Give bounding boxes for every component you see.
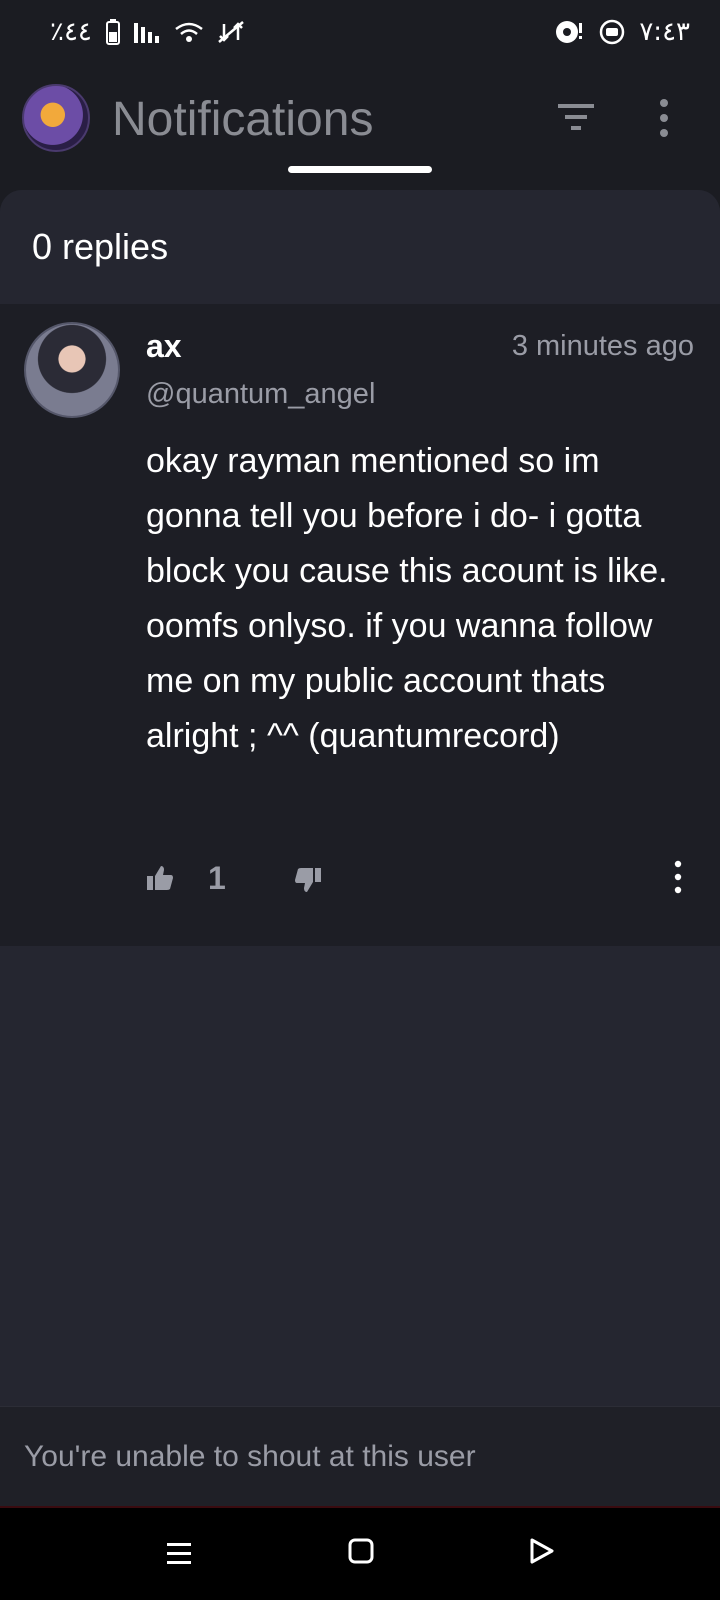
battery-icon bbox=[105, 19, 120, 45]
profile-avatar[interactable] bbox=[22, 84, 90, 152]
thumbs-up-icon[interactable] bbox=[146, 864, 174, 892]
comment-body: okay rayman mentioned so im gonna tell y… bbox=[146, 442, 668, 755]
page-title: Notifications bbox=[112, 93, 374, 146]
home-icon[interactable] bbox=[346, 1536, 376, 1566]
wifi-icon bbox=[174, 21, 204, 43]
recents-icon[interactable] bbox=[164, 1538, 194, 1568]
record-icon bbox=[599, 19, 625, 45]
shout-disabled-notice: You're unable to shout at this user bbox=[24, 1439, 476, 1473]
back-icon[interactable] bbox=[526, 1536, 556, 1566]
status-right: ٧:٤٣ bbox=[555, 17, 690, 47]
user-handle[interactable]: @quantum_angel bbox=[146, 378, 375, 411]
thumbs-down-icon[interactable] bbox=[294, 866, 322, 894]
comment-card: ax 3 minutes ago @quantum_angel okay ray… bbox=[0, 304, 720, 946]
tab-indicator bbox=[288, 166, 432, 173]
cast-icon bbox=[555, 19, 585, 45]
app-bar: Notifications bbox=[0, 64, 720, 190]
battery-percent: ٪٤٤ bbox=[50, 17, 92, 47]
replies-header: 0 replies bbox=[0, 190, 720, 304]
comment-more-icon[interactable] bbox=[672, 860, 684, 894]
data-off-icon bbox=[218, 20, 244, 44]
thread-panel: 0 replies ax 3 minutes ago @quantum_ange… bbox=[0, 190, 720, 1406]
signal-icon bbox=[133, 21, 160, 43]
user-display-name[interactable]: ax bbox=[146, 328, 182, 365]
comment-timestamp: 3 minutes ago bbox=[511, 330, 694, 362]
replies-count: 0 replies bbox=[32, 226, 169, 267]
user-avatar[interactable] bbox=[24, 322, 120, 418]
filter-icon[interactable] bbox=[556, 100, 596, 134]
more-vertical-icon[interactable] bbox=[656, 98, 672, 138]
status-bar: ٪٤٤ ٧:٤٣ bbox=[0, 0, 720, 64]
system-nav-bar bbox=[0, 1506, 720, 1600]
shout-disabled-bar: You're unable to shout at this user bbox=[0, 1406, 720, 1506]
status-left: ٪٤٤ bbox=[50, 17, 244, 47]
status-time: ٧:٤٣ bbox=[639, 17, 690, 47]
like-count: 1 bbox=[208, 860, 226, 896]
